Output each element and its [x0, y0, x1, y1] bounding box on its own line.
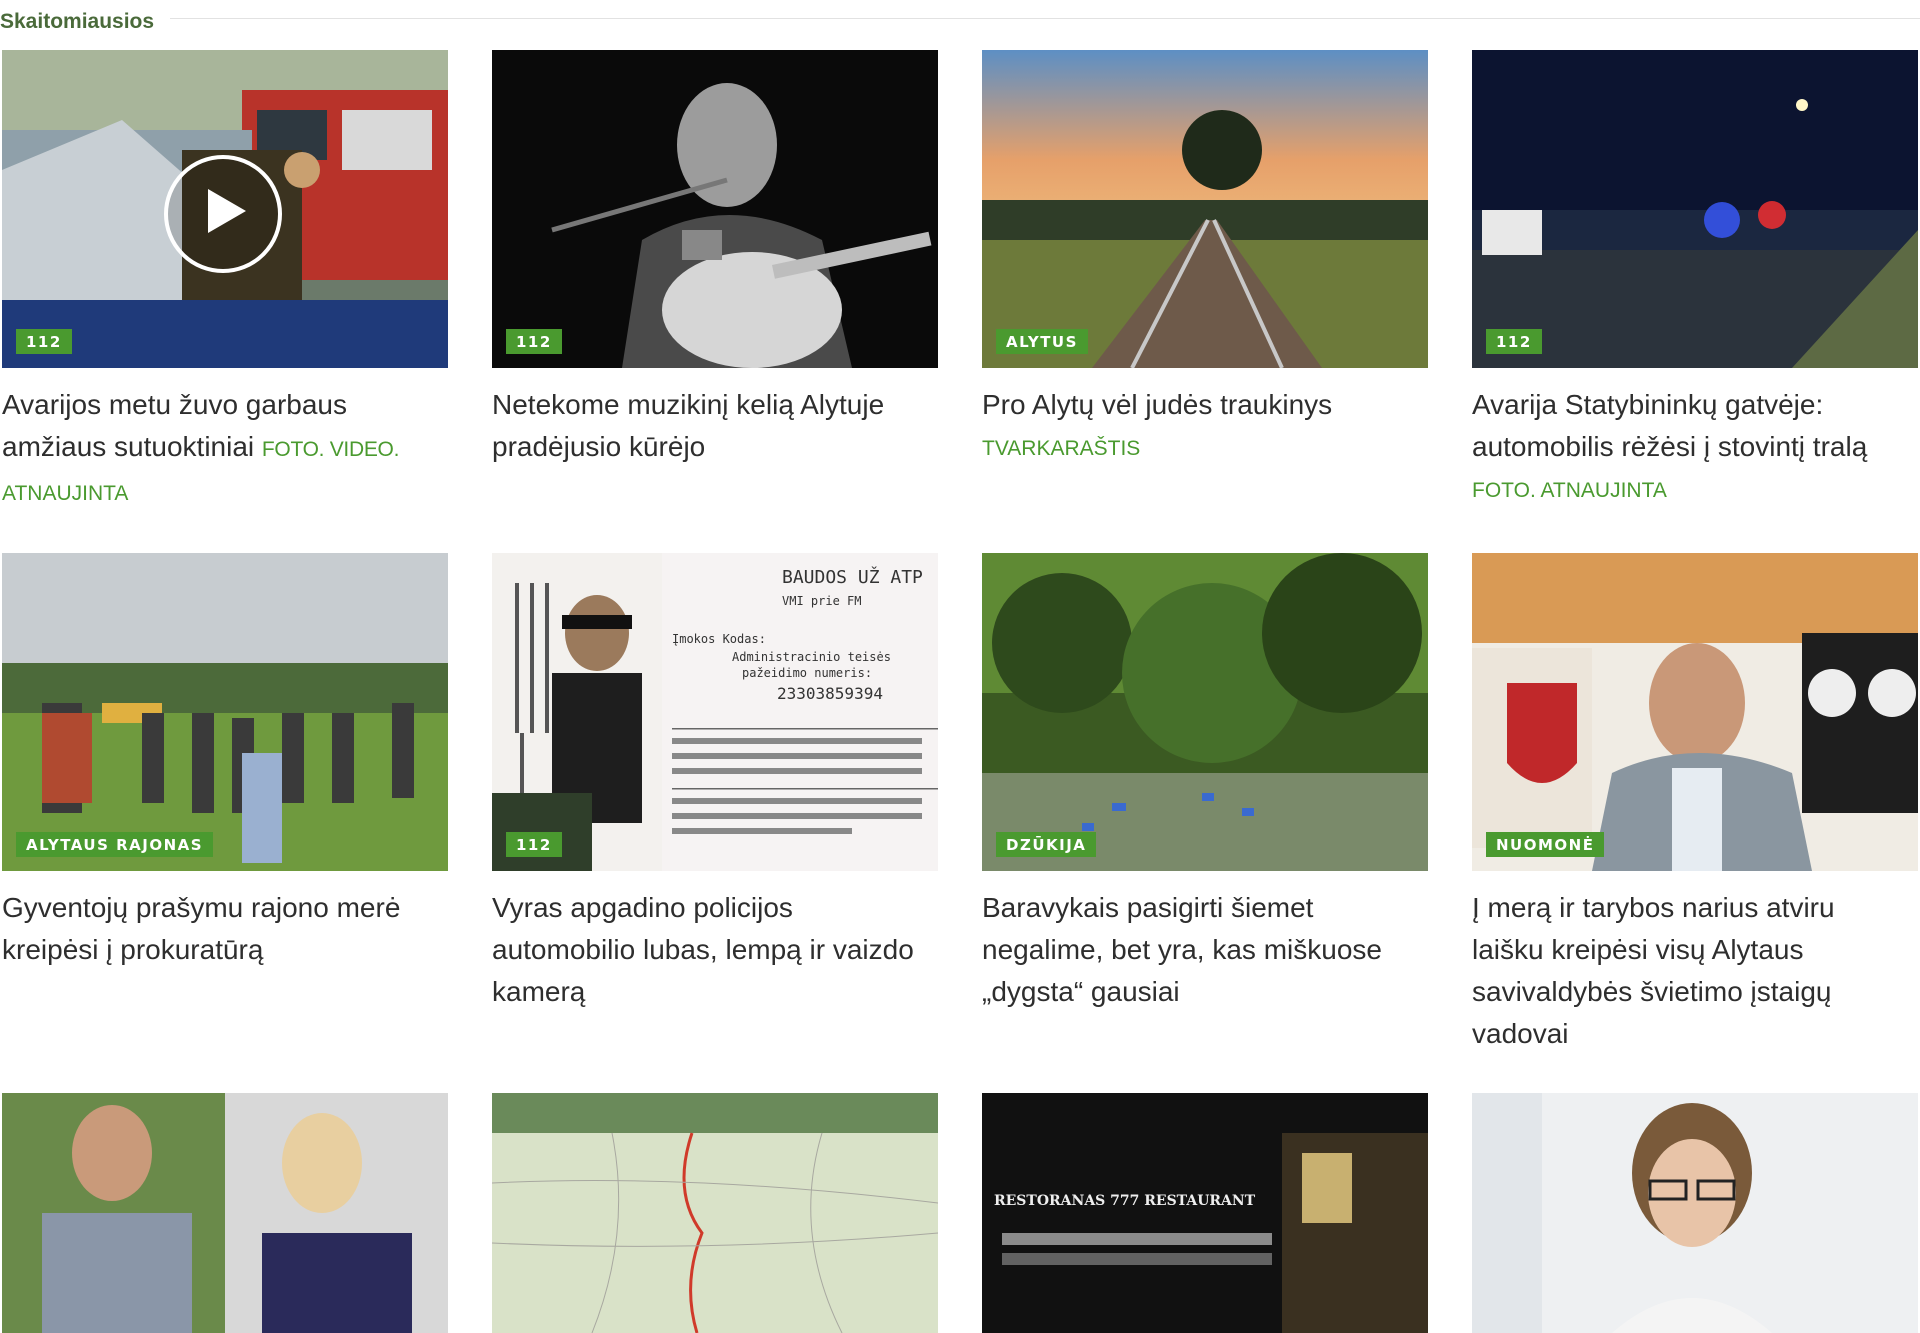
article-card: 112 Avarija Statybininkų gatvėje: automo… — [1472, 50, 1918, 515]
article-card: ALYTUS Pro Alytų vėl judės traukinys TVA… — [982, 50, 1428, 515]
article-card — [492, 1093, 938, 1333]
restaurant-photo: RESTORANAS 777 RESTAURANT — [982, 1093, 1428, 1333]
ticket-line1: Administracinio teisės — [732, 650, 891, 664]
woman-portrait-photo — [1472, 1093, 1918, 1333]
article-image[interactable]: 112 — [492, 50, 938, 368]
article-title[interactable]: Avarija Statybininkų gatvėje: automobili… — [1472, 384, 1918, 512]
category-badge[interactable]: 112 — [506, 329, 562, 354]
article-title-text[interactable]: Į merą ir tarybos narius atviru laišku k… — [1472, 892, 1835, 1049]
ticket-sub: VMI prie FM — [782, 594, 861, 608]
musician-photo — [492, 50, 938, 368]
section-title: Skaitomiausios — [0, 10, 155, 33]
article-image[interactable] — [492, 1093, 938, 1333]
article-card: 112 Avarijos metu žuvo garbaus amžiaus s… — [2, 50, 448, 515]
article-title-text[interactable]: Avarija Statybininkų gatvėje: automobili… — [1472, 389, 1867, 462]
category-badge[interactable]: ALYTAUS RAJONAS — [16, 832, 214, 857]
category-badge[interactable]: 112 — [1486, 329, 1542, 354]
category-badge[interactable]: NUOMONĖ — [1486, 832, 1605, 857]
article-image[interactable] — [2, 1093, 448, 1333]
article-image[interactable]: ALYTAUS RAJONAS — [2, 553, 448, 871]
ticket-code-label: Įmokos Kodas: — [672, 632, 766, 646]
article-title-text[interactable]: Vyras apgadino policijos automobilio lub… — [492, 892, 914, 1007]
article-card: ALYTAUS RAJONAS Gyventojų prašymu rajono… — [2, 553, 448, 1055]
article-image[interactable]: ALYTUS — [982, 50, 1428, 368]
article-card: 112 Netekome muzikinį kelią Alytuje prad… — [492, 50, 938, 515]
article-title[interactable]: Į merą ir tarybos narius atviru laišku k… — [1472, 887, 1918, 1055]
article-title[interactable]: Pro Alytų vėl judės traukinys TVARKARAŠT… — [982, 384, 1428, 470]
article-card — [2, 1093, 448, 1333]
article-title[interactable]: Baravykais pasigirti šiemet negalime, be… — [982, 887, 1428, 1013]
article-image[interactable]: BAUDOS UŽ ATP VMI prie FM Įmokos Kodas: … — [492, 553, 938, 871]
category-badge[interactable]: 112 — [16, 329, 72, 354]
residents-meeting-photo — [2, 553, 448, 871]
article-image[interactable]: RESTORANAS 777 RESTAURANT — [982, 1093, 1428, 1333]
ticket-number: 23303859394 — [777, 684, 883, 703]
article-image[interactable]: 112 — [1472, 50, 1918, 368]
article-tagline: ATNAUJINTA — [2, 482, 129, 505]
category-badge[interactable]: 112 — [506, 832, 562, 857]
article-card: DZŪKIJA Baravykais pasigirti šiemet nega… — [982, 553, 1428, 1055]
article-image[interactable] — [1472, 1093, 1918, 1333]
article-tagline: FOTO. ATNAUJINTA — [1472, 479, 1667, 502]
section-header: Skaitomiausios — [0, 0, 1920, 36]
article-image[interactable]: NUOMONĖ — [1472, 553, 1918, 871]
article-title[interactable]: Avarijos metu žuvo garbaus amžiaus sutuo… — [2, 384, 448, 515]
article-title[interactable]: Gyventojų prašymu rajono merė kreipėsi į… — [2, 887, 448, 971]
article-tag: FOTO. VIDEO. — [261, 438, 400, 461]
article-title-text[interactable]: Netekome muzikinį kelią Alytuje pradėjus… — [492, 389, 884, 462]
article-title[interactable]: Netekome muzikinį kelią Alytuje pradėjus… — [492, 384, 938, 468]
speaker-photo — [1472, 553, 1918, 871]
greeting-photo — [2, 1093, 448, 1333]
article-title-text[interactable]: Pro Alytų vėl judės traukinys — [982, 389, 1332, 420]
articles-grid: 112 Avarijos metu žuvo garbaus amžiaus s… — [0, 50, 1920, 1333]
ticket-heading: BAUDOS UŽ ATP — [782, 566, 923, 588]
category-badge[interactable]: ALYTUS — [996, 329, 1088, 354]
article-title-text[interactable]: Baravykais pasigirti šiemet negalime, be… — [982, 892, 1382, 1007]
category-badge[interactable]: DZŪKIJA — [996, 832, 1097, 857]
article-card: RESTORANAS 777 RESTAURANT — [982, 1093, 1428, 1333]
article-card: NUOMONĖ Į merą ir tarybos narius atviru … — [1472, 553, 1918, 1055]
map-photo — [492, 1093, 938, 1333]
night-accident-photo — [1472, 50, 1918, 368]
article-title-text[interactable]: Gyventojų prašymu rajono merė kreipėsi į… — [2, 892, 400, 965]
railway-photo — [982, 50, 1428, 368]
forest-photo — [982, 553, 1428, 871]
article-title[interactable]: Vyras apgadino policijos automobilio lub… — [492, 887, 938, 1013]
article-card — [1472, 1093, 1918, 1333]
fine-receipt-photo: BAUDOS UŽ ATP VMI prie FM Įmokos Kodas: … — [492, 553, 938, 871]
ticket-line2: pažeidimo numeris: — [742, 666, 872, 680]
divider — [170, 18, 1920, 19]
play-video-icon[interactable] — [164, 155, 282, 273]
restaurant-sign: RESTORANAS 777 RESTAURANT — [994, 1193, 1256, 1209]
article-card: BAUDOS UŽ ATP VMI prie FM Įmokos Kodas: … — [492, 553, 938, 1055]
article-image[interactable]: 112 — [2, 50, 448, 368]
article-tagline: TVARKARAŠTIS — [982, 437, 1141, 460]
article-image[interactable]: DZŪKIJA — [982, 553, 1428, 871]
